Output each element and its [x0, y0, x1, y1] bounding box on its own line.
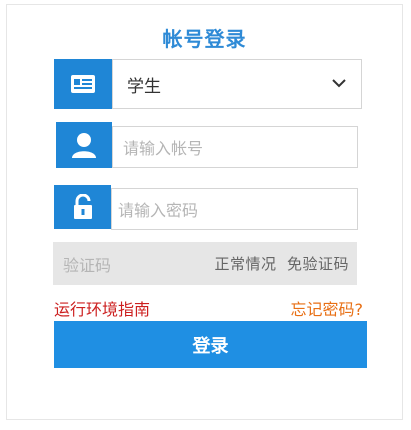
role-select[interactable]: 学生	[112, 59, 362, 109]
captcha-note: 正常情况 免验证码	[214, 255, 349, 273]
forgot-password-link[interactable]: 忘记密码?	[291, 296, 364, 320]
env-guide-link[interactable]: 运行环境指南	[54, 296, 150, 320]
captcha-input[interactable]: 验证码 正常情况 免验证码	[53, 242, 357, 285]
login-button[interactable]: 登录	[54, 321, 367, 368]
login-title: 帐号登录	[162, 27, 247, 51]
role-select-value: 学生	[127, 76, 161, 97]
chevron-down-icon	[332, 79, 346, 88]
account-placeholder: 请输入帐号	[123, 139, 204, 158]
captcha-placeholder: 验证码	[63, 255, 112, 275]
id-card-icon	[54, 59, 112, 109]
lock-icon	[54, 185, 111, 229]
password-input[interactable]: 请输入密码	[111, 188, 358, 230]
password-placeholder: 请输入密码	[118, 201, 199, 220]
user-icon	[56, 122, 112, 168]
account-input[interactable]: 请输入帐号	[112, 126, 358, 168]
